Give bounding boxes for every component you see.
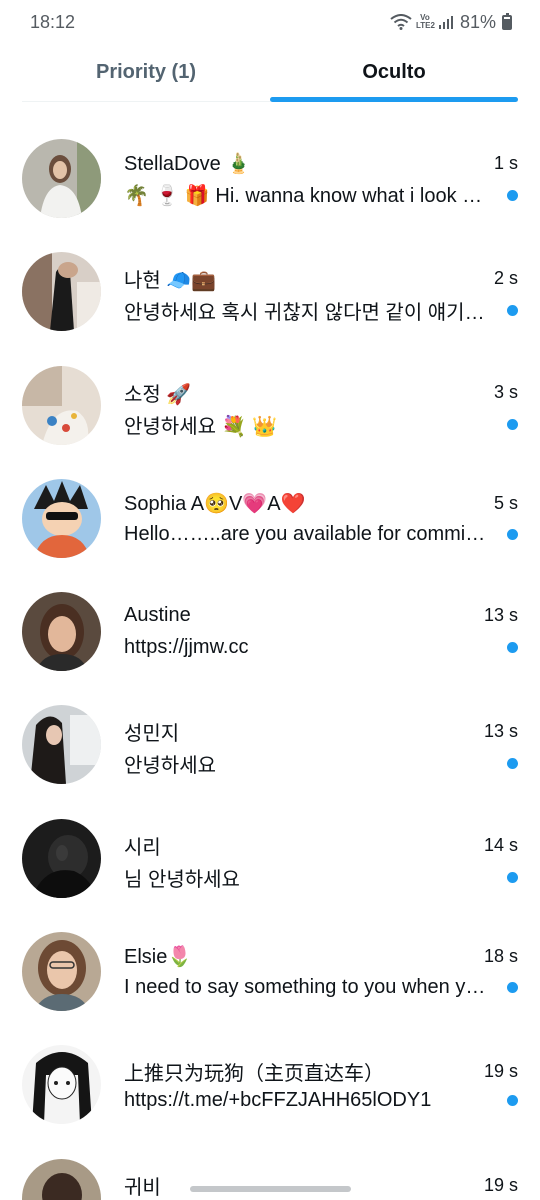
timestamp: 14 s <box>483 834 518 855</box>
preview-row: 🌴 🍷 🎁 Hi. wanna know what i look like? <box>124 183 518 208</box>
sender-name: 성민지 <box>124 723 180 746</box>
sender-name: Elsie🌷 <box>124 946 193 969</box>
unread-dot <box>507 871 518 883</box>
sender-name: 시리 <box>124 836 161 859</box>
battery-icon <box>502 12 512 30</box>
unread-dot <box>507 418 518 430</box>
name-row: 소정 🚀 3 s <box>124 378 518 407</box>
avatar[interactable] <box>22 1045 101 1125</box>
conversation-item[interactable]: StellaDove 🎍 1 s 🌴 🍷 🎁 Hi. wanna know wh… <box>0 119 540 232</box>
timestamp: 18 s <box>483 946 518 967</box>
conversation-list: StellaDove 🎍 1 s 🌴 🍷 🎁 Hi. wanna know wh… <box>0 119 540 1200</box>
tab-oculto-label: Oculto <box>362 61 426 83</box>
avatar[interactable] <box>22 252 101 332</box>
message-preview: 🌴 🍷 🎁 Hi. wanna know what i look like? <box>124 185 486 207</box>
message-preview: 안녕하세요 💐 👑 <box>124 415 277 438</box>
name-row: Sophia A🥺V💗A❤️ 5 s <box>124 491 518 516</box>
conversation-item[interactable]: 시리 14 s 님 안녕하세요 <box>0 799 540 912</box>
unread-dot <box>507 1095 518 1107</box>
sender-name: StellaDove 🎍 <box>124 153 252 175</box>
timestamp: 2 s <box>493 268 518 289</box>
conversation-item[interactable]: 성민지 13 s 안녕하세요 <box>0 685 540 798</box>
timestamp: 3 s <box>493 381 518 402</box>
message-preview: https://jjmw.cc <box>124 636 249 659</box>
message-tabs: Priority (1) Oculto <box>22 44 518 102</box>
status-icons: Vo LTE2 <box>390 14 454 30</box>
sender-name: 소정 🚀 <box>124 383 192 406</box>
preview-row: I need to say something to you when you'… <box>124 976 518 999</box>
name-row: 나현 🧢💼 2 s <box>124 264 518 293</box>
unread-dot <box>507 982 518 994</box>
name-row: 上推只为玩狗（主页直达车） 19 s <box>124 1057 518 1086</box>
tab-priority-label: Priority (1) <box>95 61 197 83</box>
unread-dot <box>507 305 518 317</box>
preview-row: 안녕하세요 혹시 귀찮지 않다면 같이 얘기해요 <box>124 296 518 325</box>
avatar[interactable] <box>22 478 101 558</box>
conversation-item[interactable]: 上推只为玩狗（主页直达车） 19 s https://t.me/+bcFFZJA… <box>0 1025 540 1138</box>
signal-icon <box>438 16 453 29</box>
timestamp: 5 s <box>493 492 518 513</box>
status-right: Vo LTE2 81% <box>390 12 512 33</box>
sender-name: 나현 🧢💼 <box>124 270 217 293</box>
status-bar: 18:12 Vo LTE2 81% <box>0 0 540 44</box>
active-tab-indicator <box>270 97 518 102</box>
message-preview: https://t.me/+bcFFZJAHH65lODY1 <box>124 1089 432 1112</box>
preview-row: 안녕하세요 <box>124 749 518 778</box>
tab-priority[interactable]: Priority (1) <box>22 44 270 101</box>
preview-row: 님 안녕하세요 <box>124 863 518 892</box>
avatar[interactable] <box>22 1158 101 1200</box>
timestamp: 19 s <box>483 1174 518 1195</box>
conversation-item[interactable]: Austine 13 s https://jjmw.cc <box>0 572 540 685</box>
unread-dot <box>507 758 518 770</box>
name-row: Austine 13 s <box>124 604 518 627</box>
battery-percent: 81% <box>459 11 496 32</box>
name-row: StellaDove 🎍 1 s <box>124 151 518 176</box>
unread-dot <box>507 190 518 201</box>
message-preview: I need to say something to you when you'… <box>124 976 486 999</box>
avatar[interactable] <box>22 932 101 1012</box>
unread-dot <box>507 642 518 654</box>
name-row: Elsie🌷 18 s <box>124 944 518 969</box>
conversation-item[interactable]: 소정 🚀 3 s 안녕하세요 💐 👑 <box>0 346 540 459</box>
avatar[interactable] <box>22 818 101 898</box>
message-preview: 안녕하세요 혹시 귀찮지 않다면 같이 얘기해요 <box>124 302 486 325</box>
conversation-item[interactable]: Elsie🌷 18 s I need to say something to y… <box>0 912 540 1025</box>
avatar[interactable] <box>22 365 101 445</box>
timestamp: 13 s <box>483 721 518 742</box>
message-preview: 안녕하세요 <box>124 755 216 778</box>
timestamp: 13 s <box>483 605 518 626</box>
screen: 18:12 Vo LTE2 81% Priority (1) Oculto St… <box>0 0 540 1200</box>
message-preview: Hello……..are you available for commissio… <box>124 522 486 545</box>
message-preview: 님 안녕하세요 <box>124 868 240 891</box>
avatar[interactable] <box>22 705 101 785</box>
name-row: 성민지 13 s <box>124 717 518 746</box>
sender-name: 귀비 <box>124 1176 161 1199</box>
sender-name: Austine <box>124 604 191 627</box>
sender-name: Sophia A🥺V💗A❤️ <box>124 492 306 515</box>
sender-name: 上推只为玩狗（主页直达车） <box>124 1063 384 1086</box>
home-indicator[interactable] <box>190 1186 351 1192</box>
clock: 18:12 <box>30 11 76 32</box>
wifi-icon <box>390 14 412 30</box>
timestamp: 1 s <box>493 153 518 173</box>
preview-row: Hello……..are you available for commissio… <box>124 523 518 546</box>
preview-row: https://t.me/+bcFFZJAHH65lODY1 <box>124 1089 518 1112</box>
conversation-item[interactable]: Sophia A🥺V💗A❤️ 5 s Hello……..are you avai… <box>0 459 540 572</box>
preview-row: 안녕하세요 💐 👑 <box>124 410 518 439</box>
timestamp: 19 s <box>483 1061 518 1082</box>
network-type-label: Vo LTE2 <box>415 13 435 30</box>
avatar[interactable] <box>22 139 101 218</box>
avatar[interactable] <box>22 592 101 672</box>
preview-row: https://jjmw.cc <box>124 636 518 659</box>
conversation-item[interactable]: 나현 🧢💼 2 s 안녕하세요 혹시 귀찮지 않다면 같이 얘기해요 <box>0 232 540 345</box>
unread-dot <box>507 528 518 540</box>
name-row: 시리 14 s <box>124 831 518 860</box>
tab-oculto[interactable]: Oculto <box>270 44 518 102</box>
